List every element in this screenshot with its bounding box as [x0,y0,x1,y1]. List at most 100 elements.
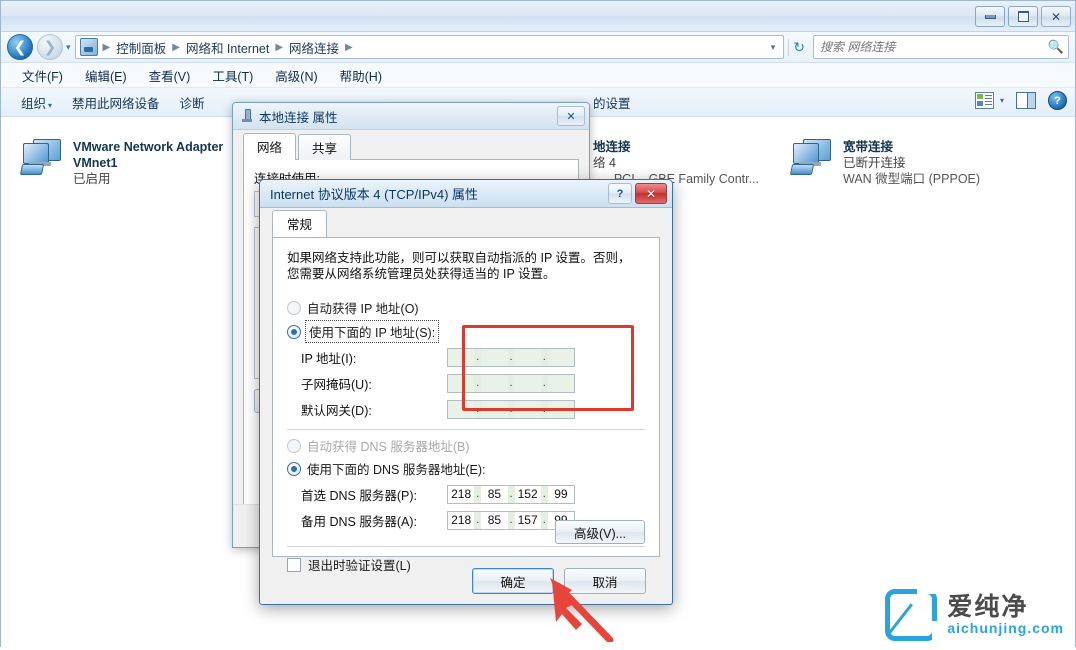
lan-dialog-titlebar: 本地连接 属性 ✕ [233,103,589,130]
pdns-octet-4[interactable]: 99 [548,486,574,503]
close-icon[interactable]: ✕ [635,183,667,204]
address-dropdown-icon[interactable]: ▾ [765,42,782,53]
section-divider [287,546,645,547]
toolbar-organize-label: 组织 [21,97,46,111]
default-gateway-input[interactable]: . . . [447,400,575,419]
connection-name: VMware Network Adapter [73,139,223,155]
auto-dns-radio-row[interactable]: 自动获得 DNS 服务器地址(B) [287,436,645,455]
ip-address-input[interactable]: . . . [447,348,575,367]
menu-view[interactable]: 查看(V) [138,64,202,87]
pdns-octet-1[interactable]: 218 [448,486,474,503]
radio-icon[interactable] [287,439,301,453]
toolbar-right-group: ▾ ? [975,91,1067,110]
menu-file[interactable]: 文件(F) [11,64,74,87]
pdns-octet-2[interactable]: 85 [481,486,507,503]
help-button[interactable]: ? [608,183,632,204]
connection-device: WAN 微型端口 (PPPOE) [843,171,980,187]
auto-ip-radio-row[interactable]: 自动获得 IP 地址(O) [287,298,645,317]
toolbar-disable-device[interactable]: 禁用此网络设备 [62,90,170,115]
default-gateway-label: 默认网关(D): [287,400,447,419]
connection-status: 已启用 [73,171,223,187]
menu-help[interactable]: 帮助(H) [329,64,393,87]
minimize-button[interactable] [975,6,1005,27]
ipv4-dialog-body: 常规 如果网络支持此功能，则可以获取自动指派的 IP 设置。否则， 您需要从网络… [260,208,672,557]
ipv4-dialog-titlebar: Internet 协议版本 4 (TCP/IPv4) 属性 ? ✕ [260,180,672,208]
radio-icon[interactable] [287,462,301,476]
lan-dialog-close-button[interactable]: ✕ [557,106,585,126]
toolbar-change-settings[interactable]: 的设置 [583,90,641,115]
maximize-button[interactable] [1008,6,1038,27]
subnet-mask-row: 子网掩码(U): . . . [287,374,645,393]
breadcrumb-network-connections[interactable]: 网络连接 [286,38,342,57]
radio-icon[interactable] [287,325,301,339]
description-line-1: 如果网络支持此功能，则可以获取自动指派的 IP 设置。否则， [287,250,645,266]
breadcrumb-control-panel[interactable]: 控制面板 [113,38,169,57]
cancel-button[interactable]: 取消 [564,568,646,594]
tab-network[interactable]: 网络 [243,133,296,160]
octet-separator: . [474,401,481,418]
address-bar[interactable]: ▶ 控制面板 ▶ 网络和 Internet ▶ 网络连接 ▶ ▾ [75,35,785,59]
search-box[interactable]: 🔍 [813,35,1069,59]
adns-octet-1[interactable]: 218 [448,512,474,529]
octet-separator: . [541,375,548,392]
chevron-down-icon: ▾ [48,101,52,110]
search-input[interactable] [818,39,1048,55]
pdns-octet-3[interactable]: 152 [515,486,541,503]
list-item-text: 宽带连接 已断开连接 WAN 微型端口 (PPPOE) [843,139,980,187]
connection-name-2: VMnet1 [73,155,223,171]
network-connection-icon [241,109,253,123]
lan-dialog-tabs: 网络 共享 [243,138,579,160]
breadcrumb-network-internet[interactable]: 网络和 Internet [183,38,272,57]
refresh-icon[interactable]: ↻ [788,39,809,56]
watermark-text: 爱纯净 aichunjing.com [947,594,1064,636]
menu-edit[interactable]: 编辑(E) [74,64,138,87]
ipv4-description: 如果网络支持此功能，则可以获取自动指派的 IP 设置。否则， 您需要从网络系统管… [287,250,645,282]
alternate-dns-label: 备用 DNS 服务器(A): [287,511,447,530]
network-adapter-icon [789,139,835,177]
octet-separator: . [508,375,515,392]
subnet-mask-input[interactable]: . . . [447,374,575,393]
ipv4-properties-dialog: Internet 协议版本 4 (TCP/IPv4) 属性 ? ✕ 常规 如果网… [259,179,673,605]
list-item[interactable]: 宽带连接 已断开连接 WAN 微型端口 (PPPOE) [789,139,1059,187]
octet-separator: . [541,401,548,418]
back-icon[interactable]: ❮ [7,34,33,60]
toolbar-diagnose[interactable]: 诊断 [170,90,215,115]
manual-ip-radio-row[interactable]: 使用下面的 IP 地址(S): [287,322,645,341]
watermark-cn: 爱纯净 [947,594,1064,620]
octet-separator: . [541,349,548,366]
search-icon[interactable]: 🔍 [1048,39,1064,55]
menu-bar: 文件(F) 编辑(E) 查看(V) 工具(T) 高级(N) 帮助(H) [1,63,1075,88]
forward-icon[interactable]: ❯ [37,34,63,60]
close-button[interactable]: ✕ [1041,6,1071,27]
radio-icon[interactable] [287,301,301,315]
address-bar-row: ❮ ❯ ▾ ▶ 控制面板 ▶ 网络和 Internet ▶ 网络连接 ▶ ▾ ↻… [1,32,1075,63]
octet-separator: . [508,486,515,503]
manual-dns-radio-row[interactable]: 使用下面的 DNS 服务器地址(E): [287,459,645,478]
preferred-dns-input[interactable]: 218 . 85 . 152 . 99 [447,485,575,504]
ipv4-general-panel: 如果网络支持此功能，则可以获取自动指派的 IP 设置。否则， 您需要从网络系统管… [272,237,660,557]
octet-separator: . [474,512,481,529]
preferred-dns-row: 首选 DNS 服务器(P): 218 . 85 . 152 . 99 [287,485,645,504]
watermark: 爱纯净 aichunjing.com [885,589,1064,641]
tab-general[interactable]: 常规 [272,210,327,238]
help-icon[interactable]: ? [1048,91,1067,110]
octet-separator: . [474,349,481,366]
auto-ip-label: 自动获得 IP 地址(O) [307,298,419,317]
adns-octet-3[interactable]: 157 [515,512,541,529]
watermark-en: aichunjing.com [947,620,1064,636]
menu-tools[interactable]: 工具(T) [201,64,264,87]
octet-separator: . [474,375,481,392]
recent-pages-dropdown-icon[interactable]: ▾ [66,42,71,53]
list-item[interactable]: VMware Network Adapter VMnet1 已启用 [19,139,249,187]
menu-advanced[interactable]: 高级(N) [264,64,328,87]
window-titlebar: ✕ [1,1,1075,32]
adns-octet-2[interactable]: 85 [481,512,507,529]
network-folder-icon [80,38,98,56]
toolbar-organize[interactable]: 组织▾ [11,90,62,115]
ok-button[interactable]: 确定 [472,568,554,594]
tab-sharing[interactable]: 共享 [298,134,351,160]
advanced-button[interactable]: 高级(V)... [555,520,645,544]
octet-separator: . [541,512,548,529]
view-mode-button[interactable]: ▾ [975,92,1004,109]
preview-pane-icon[interactable] [1016,92,1036,109]
